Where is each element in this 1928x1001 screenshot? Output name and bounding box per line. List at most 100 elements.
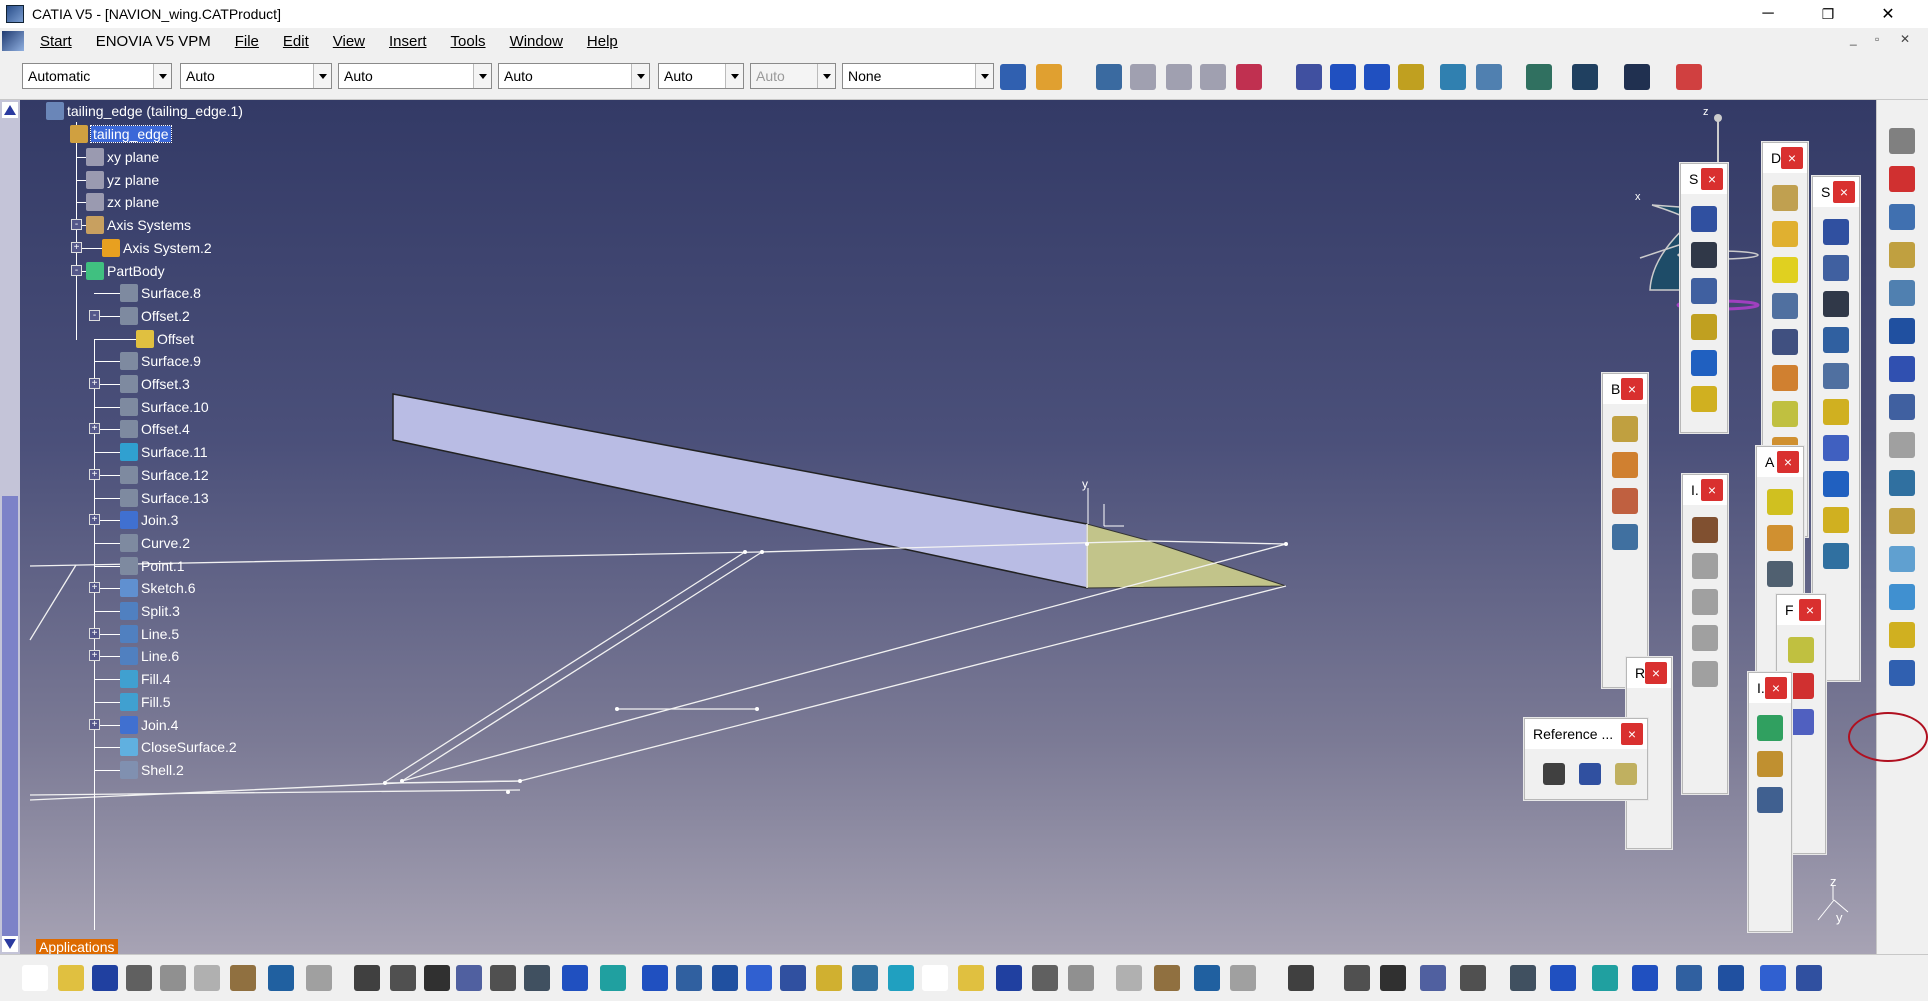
toolbar-tool-icon[interactable] [1200,64,1226,90]
palette-tool-icon[interactable] [1823,543,1849,569]
tree-expander-icon[interactable]: + [89,627,100,639]
standard-tool-icon[interactable] [306,965,332,991]
tree-scrollbar[interactable] [0,100,20,954]
palette-tool-icon[interactable] [1772,221,1798,247]
standard-tool-icon[interactable] [490,965,516,991]
applications-label[interactable]: Applications [36,939,118,954]
standard-tool-icon[interactable] [1592,965,1618,991]
scroll-down-arrow[interactable] [2,936,18,952]
tree-node[interactable]: Surface.12 [120,464,209,486]
tree-node[interactable]: Offset.3 [120,373,190,395]
doc-restore-button[interactable]: ▫ [1875,32,1879,46]
workbench-tool-icon[interactable] [1889,356,1915,382]
standard-tool-icon[interactable] [1068,965,1094,991]
standard-tool-icon[interactable] [780,965,806,991]
standard-tool-icon[interactable] [390,965,416,991]
minimize-button[interactable]: ─ [1740,0,1796,28]
workbench-tool-icon[interactable] [1889,584,1915,610]
palette-tool-icon[interactable] [1579,763,1601,785]
floating-palette[interactable]: S × [1680,163,1728,433]
tree-node[interactable]: yz plane [86,169,159,191]
standard-tool-icon[interactable] [922,965,948,991]
toolbar-tool-icon[interactable] [1000,64,1026,90]
palette-tool-icon[interactable] [1772,293,1798,319]
tree-expander-icon[interactable]: + [89,514,100,526]
3d-viewport[interactable]: y z x z y tailing_edge (tailing_edge.1) … [0,100,1876,954]
palette-tool-icon[interactable] [1691,314,1717,340]
palette-close-icon[interactable]: × [1781,147,1803,169]
standard-tool-icon[interactable] [1154,965,1180,991]
menu-start[interactable]: Start [34,33,84,50]
tree-expander-icon[interactable]: + [89,423,100,435]
palette-tool-icon[interactable] [1823,219,1849,245]
standard-tool-icon[interactable] [126,965,152,991]
point-type-combo[interactable]: Auto [658,63,744,89]
palette-tool-icon[interactable] [1772,257,1798,283]
workbench-tool-icon[interactable] [1889,204,1915,230]
workbench-tool-icon[interactable] [1889,318,1915,344]
menu-help[interactable]: Help [575,33,630,50]
tree-node[interactable]: Surface.13 [120,487,209,509]
standard-tool-icon[interactable] [1460,965,1486,991]
standard-tool-icon[interactable] [1550,965,1576,991]
floating-palette[interactable]: Reference ... × [1524,718,1648,800]
standard-tool-icon[interactable] [1760,965,1786,991]
toolbar-tool-icon[interactable] [1330,64,1356,90]
standard-tool-icon[interactable] [888,965,914,991]
tree-node[interactable]: Shell.2 [120,759,184,781]
tree-node[interactable]: zx plane [86,191,159,213]
toolbar-tool-icon[interactable] [1130,64,1156,90]
palette-tool-icon[interactable] [1543,763,1565,785]
floating-palette[interactable]: B × [1602,373,1648,688]
chevron-down-icon[interactable] [473,64,491,88]
standard-tool-icon[interactable] [524,965,550,991]
transparency-combo[interactable]: Auto [180,63,332,89]
menu-tools[interactable]: Tools [439,33,498,50]
standard-tool-icon[interactable] [1288,965,1314,991]
tree-node[interactable]: Surface.8 [120,282,201,304]
standard-tool-icon[interactable] [354,965,380,991]
tree-node[interactable]: Surface.9 [120,350,201,372]
toolbar-tool-icon[interactable] [1526,64,1552,90]
palette-tool-icon[interactable] [1612,524,1638,550]
palette-tool-icon[interactable] [1823,507,1849,533]
palette-tool-icon[interactable] [1691,278,1717,304]
palette-tool-icon[interactable] [1767,525,1793,551]
standard-tool-icon[interactable] [958,965,984,991]
workbench-tool-icon[interactable] [1889,432,1915,458]
standard-tool-icon[interactable] [194,965,220,991]
palette-tool-icon[interactable] [1691,206,1717,232]
standard-tool-icon[interactable] [1380,965,1406,991]
model-geometry[interactable]: y z x z y [0,100,1876,954]
menu-view[interactable]: View [321,33,377,50]
palette-tool-icon[interactable] [1772,185,1798,211]
tree-node[interactable]: Surface.10 [120,396,209,418]
palette-tool-icon[interactable] [1691,386,1717,412]
palette-tool-icon[interactable] [1691,350,1717,376]
palette-tool-icon[interactable] [1823,255,1849,281]
palette-close-icon[interactable]: × [1621,378,1643,400]
tree-node[interactable]: PartBody [86,260,165,282]
palette-tool-icon[interactable] [1615,763,1637,785]
chevron-down-icon[interactable] [153,64,171,88]
menu-file[interactable]: File [223,33,271,50]
menu-enovia[interactable]: ENOVIA V5 VPM [84,33,223,50]
standard-tool-icon[interactable] [996,965,1022,991]
workbench-tool-icon[interactable] [1889,242,1915,268]
tree-node[interactable]: Axis System.2 [102,237,212,259]
palette-tool-icon[interactable] [1772,401,1798,427]
tree-node[interactable]: Point.1 [120,555,185,577]
tree-expander-icon[interactable]: + [89,718,100,730]
palette-tool-icon[interactable] [1692,661,1718,687]
tree-expander-icon[interactable]: + [89,378,100,389]
tree-expander-icon[interactable]: + [89,468,100,480]
palette-tool-icon[interactable] [1612,488,1638,514]
toolbar-tool-icon[interactable] [1624,64,1650,90]
palette-tool-icon[interactable] [1772,329,1798,355]
chevron-down-icon[interactable] [975,64,993,88]
standard-tool-icon[interactable] [642,965,668,991]
standard-tool-icon[interactable] [268,965,294,991]
line-weight-combo[interactable]: Auto [338,63,492,89]
tree-expander-icon[interactable]: + [71,241,82,253]
standard-tool-icon[interactable] [22,965,48,991]
